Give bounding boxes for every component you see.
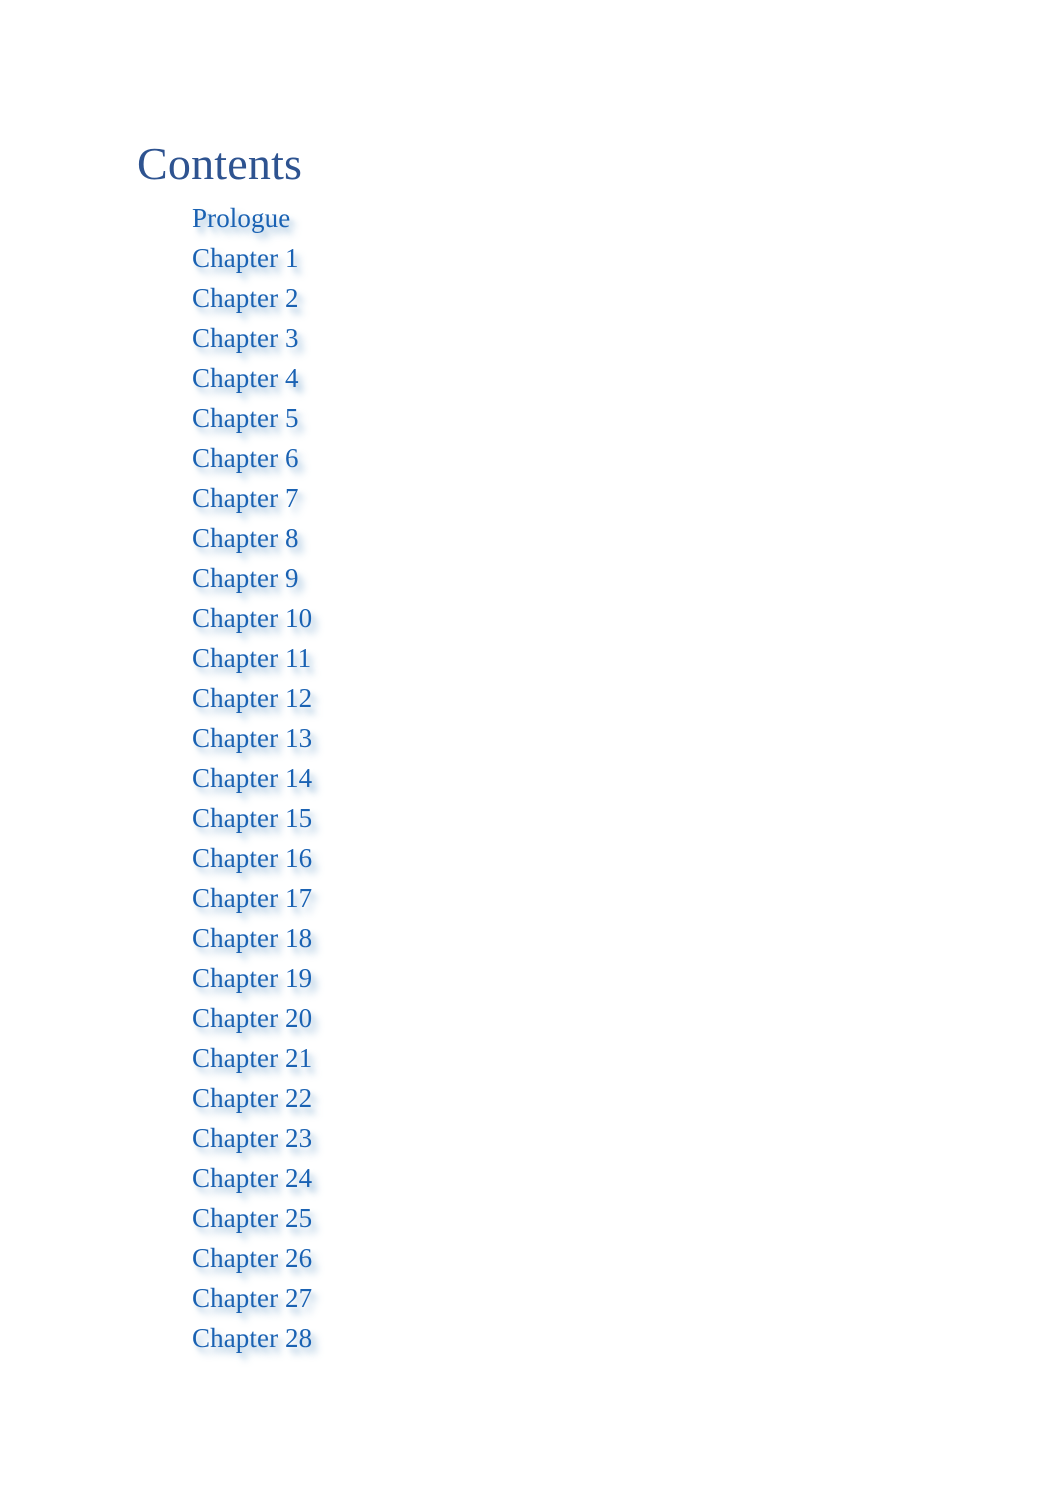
toc-link[interactable]: Chapter 25 bbox=[192, 1198, 312, 1238]
toc-entry: Chapter 16 bbox=[192, 838, 897, 878]
toc-link[interactable]: Chapter 26 bbox=[192, 1238, 312, 1278]
toc-link[interactable]: Chapter 20 bbox=[192, 998, 312, 1038]
toc-link[interactable]: Chapter 3 bbox=[192, 318, 299, 358]
toc-link[interactable]: Chapter 1 bbox=[192, 238, 299, 278]
toc-entry: Chapter 26 bbox=[192, 1238, 897, 1278]
toc-link[interactable]: Chapter 22 bbox=[192, 1078, 312, 1118]
page-title: Contents bbox=[137, 138, 303, 189]
toc-link[interactable]: Chapter 13 bbox=[192, 718, 312, 758]
toc-link[interactable]: Chapter 12 bbox=[192, 678, 312, 718]
toc-entry: Chapter 4 bbox=[192, 358, 897, 398]
toc-entry: Chapter 28 bbox=[192, 1318, 897, 1358]
toc-link[interactable]: Chapter 5 bbox=[192, 398, 299, 438]
toc-entry: Chapter 3 bbox=[192, 318, 897, 358]
toc-entry: Chapter 17 bbox=[192, 878, 897, 918]
toc-link[interactable]: Chapter 14 bbox=[192, 758, 312, 798]
toc-link[interactable]: Chapter 27 bbox=[192, 1278, 312, 1318]
toc-entry: Chapter 10 bbox=[192, 598, 897, 638]
toc-list: Prologue Chapter 1 Chapter 2 Chapter 3 Chapt… bbox=[192, 198, 897, 1358]
toc-entry: Chapter 11 bbox=[192, 638, 897, 678]
toc-link[interactable]: Chapter 11 bbox=[192, 638, 311, 678]
toc-link[interactable]: Chapter 10 bbox=[192, 598, 312, 638]
toc-link[interactable]: Chapter 23 bbox=[192, 1118, 312, 1158]
toc-entry: Chapter 7 bbox=[192, 478, 897, 518]
toc-link[interactable]: Chapter 18 bbox=[192, 918, 312, 958]
toc-entry: Chapter 20 bbox=[192, 998, 897, 1038]
toc-link[interactable]: Chapter 16 bbox=[192, 838, 312, 878]
toc-entry: Chapter 24 bbox=[192, 1158, 897, 1198]
toc-link[interactable]: Prologue bbox=[192, 198, 290, 238]
toc-entry: Chapter 21 bbox=[192, 1038, 897, 1078]
toc-entry: Chapter 13 bbox=[192, 718, 897, 758]
toc-entry: Chapter 8 bbox=[192, 518, 897, 558]
toc-entry: Chapter 5 bbox=[192, 398, 897, 438]
toc-entry: Chapter 2 bbox=[192, 278, 897, 318]
document-page: Contents Prologue Chapter 1 Chapter 2 Chapt… bbox=[0, 0, 1062, 1504]
toc-link[interactable]: Chapter 28 bbox=[192, 1318, 312, 1358]
toc-link[interactable]: Chapter 19 bbox=[192, 958, 312, 998]
toc-link[interactable]: Chapter 15 bbox=[192, 798, 312, 838]
toc-entry: Chapter 27 bbox=[192, 1278, 897, 1318]
toc-entry: Chapter 14 bbox=[192, 758, 897, 798]
toc-entry: Chapter 9 bbox=[192, 558, 897, 598]
toc-entry: Chapter 12 bbox=[192, 678, 897, 718]
toc-link[interactable]: Chapter 21 bbox=[192, 1038, 312, 1078]
toc-entry: Chapter 15 bbox=[192, 798, 897, 838]
toc-link[interactable]: Chapter 24 bbox=[192, 1158, 312, 1198]
toc-entry: Chapter 19 bbox=[192, 958, 897, 998]
toc-link[interactable]: Chapter 4 bbox=[192, 358, 299, 398]
toc-entry: Chapter 1 bbox=[192, 238, 897, 278]
toc-entry: Chapter 23 bbox=[192, 1118, 897, 1158]
toc-link[interactable]: Chapter 2 bbox=[192, 278, 299, 318]
toc-link[interactable]: Chapter 7 bbox=[192, 478, 299, 518]
toc-link[interactable]: Chapter 9 bbox=[192, 558, 299, 598]
table-of-contents: Contents Prologue Chapter 1 Chapter 2 Chapt… bbox=[137, 138, 897, 1358]
toc-link[interactable]: Chapter 17 bbox=[192, 878, 312, 918]
toc-entry: Chapter 25 bbox=[192, 1198, 897, 1238]
toc-entry: Chapter 18 bbox=[192, 918, 897, 958]
toc-link[interactable]: Chapter 8 bbox=[192, 518, 299, 558]
toc-entry: Chapter 6 bbox=[192, 438, 897, 478]
toc-entry: Prologue bbox=[192, 198, 897, 238]
toc-link[interactable]: Chapter 6 bbox=[192, 438, 299, 478]
toc-entry: Chapter 22 bbox=[192, 1078, 897, 1118]
